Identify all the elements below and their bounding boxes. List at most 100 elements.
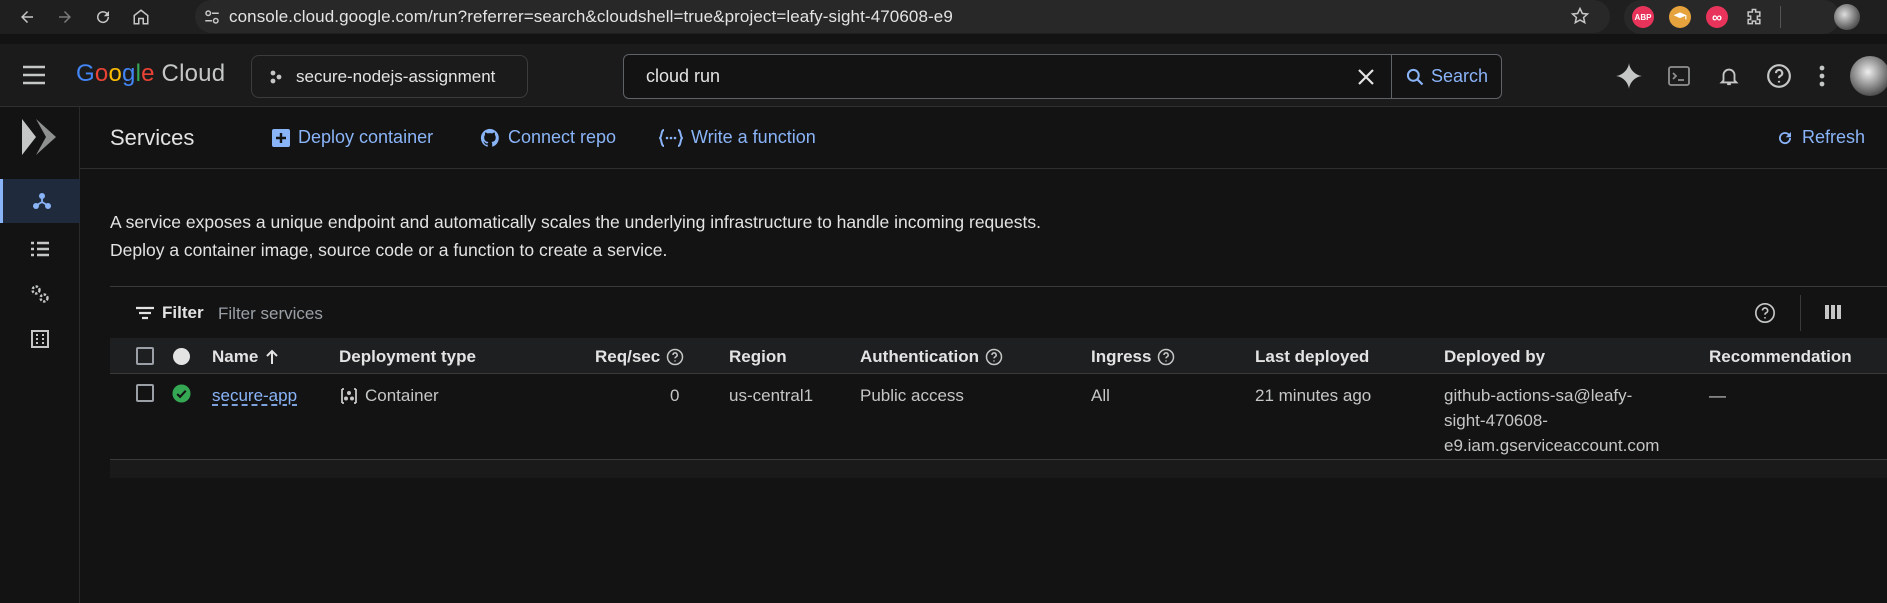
- logo-cloud: Cloud: [161, 60, 226, 87]
- container-icon: [341, 387, 357, 404]
- cloud-shell-button[interactable]: [1654, 60, 1704, 92]
- help-button[interactable]: [1754, 60, 1804, 92]
- table-footer: [110, 460, 1887, 478]
- nav-settings[interactable]: [0, 272, 80, 316]
- bookmark-star-icon[interactable]: [1570, 6, 1590, 31]
- service-name-link[interactable]: secure-app: [212, 383, 297, 408]
- google-cloud-logo[interactable]: Google Cloud: [76, 60, 225, 88]
- forward-button[interactable]: [50, 2, 80, 32]
- select-all-checkbox[interactable]: [136, 347, 154, 365]
- nav-jobs[interactable]: [0, 227, 80, 271]
- column-deployment-type-label: Deployment type: [339, 347, 476, 366]
- clear-search-button[interactable]: [1341, 68, 1391, 86]
- column-header-deployment-type[interactable]: Deployment type: [339, 347, 476, 367]
- cloud-run-logo-icon[interactable]: [18, 115, 62, 164]
- deployed-by-line-1: github-actions-sa@leafy-: [1444, 386, 1633, 405]
- left-nav-rail: [0, 107, 80, 603]
- extensions-area: ABP ∞: [1624, 0, 1840, 34]
- services-table: Filter Filter services Name Deployment t…: [110, 286, 1887, 478]
- deployed-by-line-3: e9.iam.gserviceaccount.com: [1444, 436, 1660, 455]
- search-input[interactable]: cloud run: [624, 66, 1341, 87]
- search-box[interactable]: cloud run Search: [623, 54, 1502, 99]
- table-row: secure-app Container 0 us-central1 Publi…: [110, 374, 1887, 460]
- help-circle-icon: [1767, 64, 1791, 88]
- help-circle-icon[interactable]: [666, 348, 684, 366]
- gcp-header: Google Cloud secure-nodejs-assignment cl…: [0, 44, 1887, 107]
- column-header-ingress[interactable]: Ingress: [1091, 347, 1175, 367]
- gemini-button[interactable]: [1604, 60, 1654, 92]
- page-toolbar: Services Deploy container Connect repo W…: [80, 108, 1887, 169]
- more-vert-icon: [1819, 65, 1825, 87]
- help-circle-icon[interactable]: [1157, 348, 1175, 366]
- bell-icon: [1719, 68, 1739, 86]
- gears-icon: [31, 285, 49, 303]
- row-checkbox[interactable]: [136, 384, 154, 402]
- help-circle-icon[interactable]: [985, 348, 1003, 366]
- column-header-region[interactable]: Region: [729, 347, 787, 367]
- nav-domain-mappings[interactable]: [0, 317, 80, 361]
- main-menu-button[interactable]: [22, 64, 46, 91]
- column-name-label: Name: [212, 347, 259, 366]
- terminal-icon: [1668, 66, 1690, 86]
- column-header-req-sec[interactable]: Req/sec: [595, 347, 684, 367]
- status-ok-icon: [172, 384, 191, 408]
- connect-repo-button[interactable]: Connect repo: [480, 127, 616, 148]
- write-function-button[interactable]: Write a function: [659, 127, 816, 148]
- filter-label: Filter: [162, 303, 204, 322]
- account-avatar[interactable]: [1850, 56, 1887, 96]
- site-info-icon[interactable]: [195, 8, 229, 26]
- search-icon: [1406, 68, 1424, 85]
- project-picker[interactable]: secure-nodejs-assignment: [251, 55, 528, 98]
- project-dots-icon: [270, 70, 282, 83]
- column-authentication-label: Authentication: [860, 347, 979, 366]
- column-header-last-deployed[interactable]: Last deployed: [1255, 347, 1369, 367]
- url-text[interactable]: console.cloud.google.com/run?referrer=se…: [229, 7, 953, 27]
- nav-services[interactable]: [0, 179, 80, 223]
- puzzle-extensions-icon[interactable]: [1743, 6, 1765, 28]
- column-ingress-label: Ingress: [1091, 347, 1152, 366]
- table-help-button[interactable]: [1754, 302, 1776, 329]
- browser-profile-avatar[interactable]: [1834, 4, 1860, 30]
- notifications-button[interactable]: [1704, 60, 1754, 92]
- refresh-button[interactable]: Refresh: [1776, 127, 1865, 148]
- column-deployed-by-label: Deployed by: [1444, 347, 1546, 366]
- abp-extension-icon[interactable]: ABP: [1632, 6, 1654, 28]
- infinity-extension-icon[interactable]: ∞: [1706, 6, 1728, 28]
- sort-ascending-icon: [266, 349, 279, 364]
- building-icon: [31, 330, 49, 348]
- description-line-2: Deploy a container image, source code or…: [110, 240, 668, 260]
- deployed-by-cell: github-actions-sa@leafy- sight-470608- e…: [1444, 383, 1659, 458]
- region-cell: us-central1: [729, 386, 814, 405]
- reload-button[interactable]: [88, 2, 118, 32]
- column-header-deployed-by[interactable]: Deployed by: [1444, 347, 1545, 367]
- back-button[interactable]: [12, 2, 42, 32]
- status-header-icon: [173, 348, 190, 365]
- table-header: Name Deployment type Req/sec Region Auth…: [110, 338, 1887, 374]
- arrow-left-icon: [21, 11, 33, 23]
- column-header-name[interactable]: Name: [212, 347, 280, 367]
- column-header-recommendation[interactable]: Recommendation: [1709, 347, 1852, 367]
- column-recommendation-label: Recommendation: [1709, 347, 1852, 366]
- github-icon: [480, 128, 499, 147]
- column-display-button[interactable]: [1824, 303, 1842, 326]
- graduation-cap-extension-icon[interactable]: [1669, 6, 1691, 28]
- header-actions: [1604, 60, 1840, 92]
- connect-repo-label: Connect repo: [508, 127, 617, 147]
- function-braces-icon: [659, 128, 683, 147]
- refresh-icon: [1779, 131, 1792, 144]
- filter-input[interactable]: Filter services: [218, 304, 323, 324]
- close-icon: [1358, 68, 1374, 85]
- home-button[interactable]: [126, 2, 156, 32]
- search-button[interactable]: Search: [1391, 55, 1501, 98]
- write-function-label: Write a function: [691, 127, 816, 147]
- page-title: Services: [110, 125, 195, 150]
- address-bar[interactable]: console.cloud.google.com/run?referrer=se…: [195, 0, 1610, 33]
- more-options-button[interactable]: [1804, 60, 1840, 92]
- logo-google: Google: [76, 60, 155, 87]
- help-circle-icon: [1755, 303, 1775, 323]
- deploy-container-button[interactable]: Deploy container: [272, 127, 433, 148]
- filter-button[interactable]: Filter: [136, 303, 204, 323]
- arrow-right-icon: [59, 11, 71, 23]
- column-header-authentication[interactable]: Authentication: [860, 347, 1003, 367]
- column-region-label: Region: [729, 347, 787, 366]
